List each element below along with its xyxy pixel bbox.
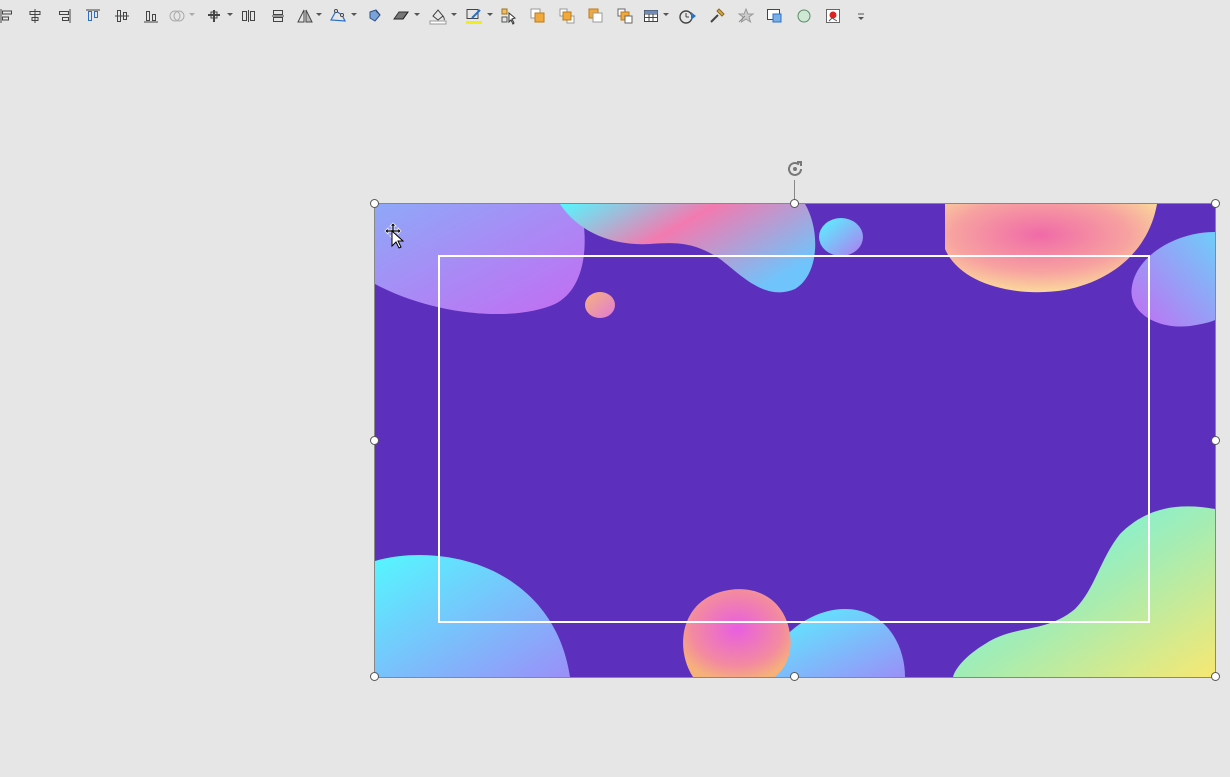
- edit-shape-icon[interactable]: [328, 6, 348, 26]
- resize-handle-bottom-left[interactable]: [370, 672, 379, 681]
- shape-effects-dropdown-icon[interactable]: [414, 13, 420, 16]
- resize-handle-bottom-center[interactable]: [790, 672, 799, 681]
- move-cursor-icon: [384, 222, 406, 250]
- resize-handle-top-center[interactable]: [790, 199, 799, 208]
- customize-toolbar-icon[interactable]: [856, 6, 866, 26]
- bring-forward-icon[interactable]: [529, 6, 547, 26]
- shape-effects-icon[interactable]: [391, 6, 411, 26]
- shape-fill-icon[interactable]: [366, 6, 384, 26]
- resize-handle-top-left[interactable]: [370, 199, 379, 208]
- screen-capture-icon[interactable]: [765, 6, 783, 26]
- table-dropdown-icon[interactable]: [663, 13, 669, 16]
- rotate-flip-dropdown-icon[interactable]: [316, 13, 322, 16]
- fill-color-dropdown-icon[interactable]: [451, 13, 457, 16]
- align-center-icon[interactable]: [27, 6, 43, 26]
- merge-shapes-dropdown-icon[interactable]: [189, 13, 195, 16]
- selection-pane-icon[interactable]: [500, 6, 518, 26]
- insert-picture-icon[interactable]: [824, 6, 842, 26]
- rotate-flip-icon[interactable]: [296, 6, 314, 26]
- resize-handle-bottom-right[interactable]: [1211, 672, 1220, 681]
- send-backward-icon[interactable]: [587, 6, 605, 26]
- send-to-back-icon[interactable]: [616, 6, 634, 26]
- distribute-vertical-icon[interactable]: [270, 6, 286, 26]
- align-left-icon[interactable]: [0, 6, 14, 26]
- quick-access-toolbar: [0, 0, 1230, 32]
- align-bottom-icon[interactable]: [143, 6, 159, 26]
- rotate-handle-icon[interactable]: [784, 158, 806, 180]
- resize-handle-middle-left[interactable]: [370, 436, 379, 445]
- merge-shapes-icon[interactable]: [168, 6, 186, 26]
- outline-color-dropdown-icon[interactable]: [487, 13, 493, 16]
- animation-effects-icon[interactable]: [737, 6, 755, 26]
- format-painter-icon[interactable]: [708, 6, 726, 26]
- group-icon[interactable]: [205, 6, 223, 26]
- align-middle-icon[interactable]: [114, 6, 130, 26]
- slide-editing-canvas[interactable]: [0, 32, 1230, 777]
- distribute-horizontal-icon[interactable]: [240, 6, 258, 26]
- resize-handle-middle-right[interactable]: [1211, 436, 1220, 445]
- animation-timing-icon[interactable]: [678, 6, 698, 26]
- align-right-icon[interactable]: [56, 6, 72, 26]
- table-icon[interactable]: [642, 6, 660, 26]
- align-top-icon[interactable]: [85, 6, 101, 26]
- group-dropdown-icon[interactable]: [227, 13, 233, 16]
- outline-color-icon[interactable]: [464, 6, 484, 26]
- edit-shape-dropdown-icon[interactable]: [351, 13, 357, 16]
- fill-color-icon[interactable]: [428, 6, 448, 26]
- oval-shape-icon[interactable]: [795, 6, 813, 26]
- white-rectangle-frame[interactable]: [438, 255, 1150, 623]
- resize-handle-top-right[interactable]: [1211, 199, 1220, 208]
- bring-to-front-icon[interactable]: [558, 6, 576, 26]
- background-image-shape[interactable]: [374, 203, 1216, 678]
